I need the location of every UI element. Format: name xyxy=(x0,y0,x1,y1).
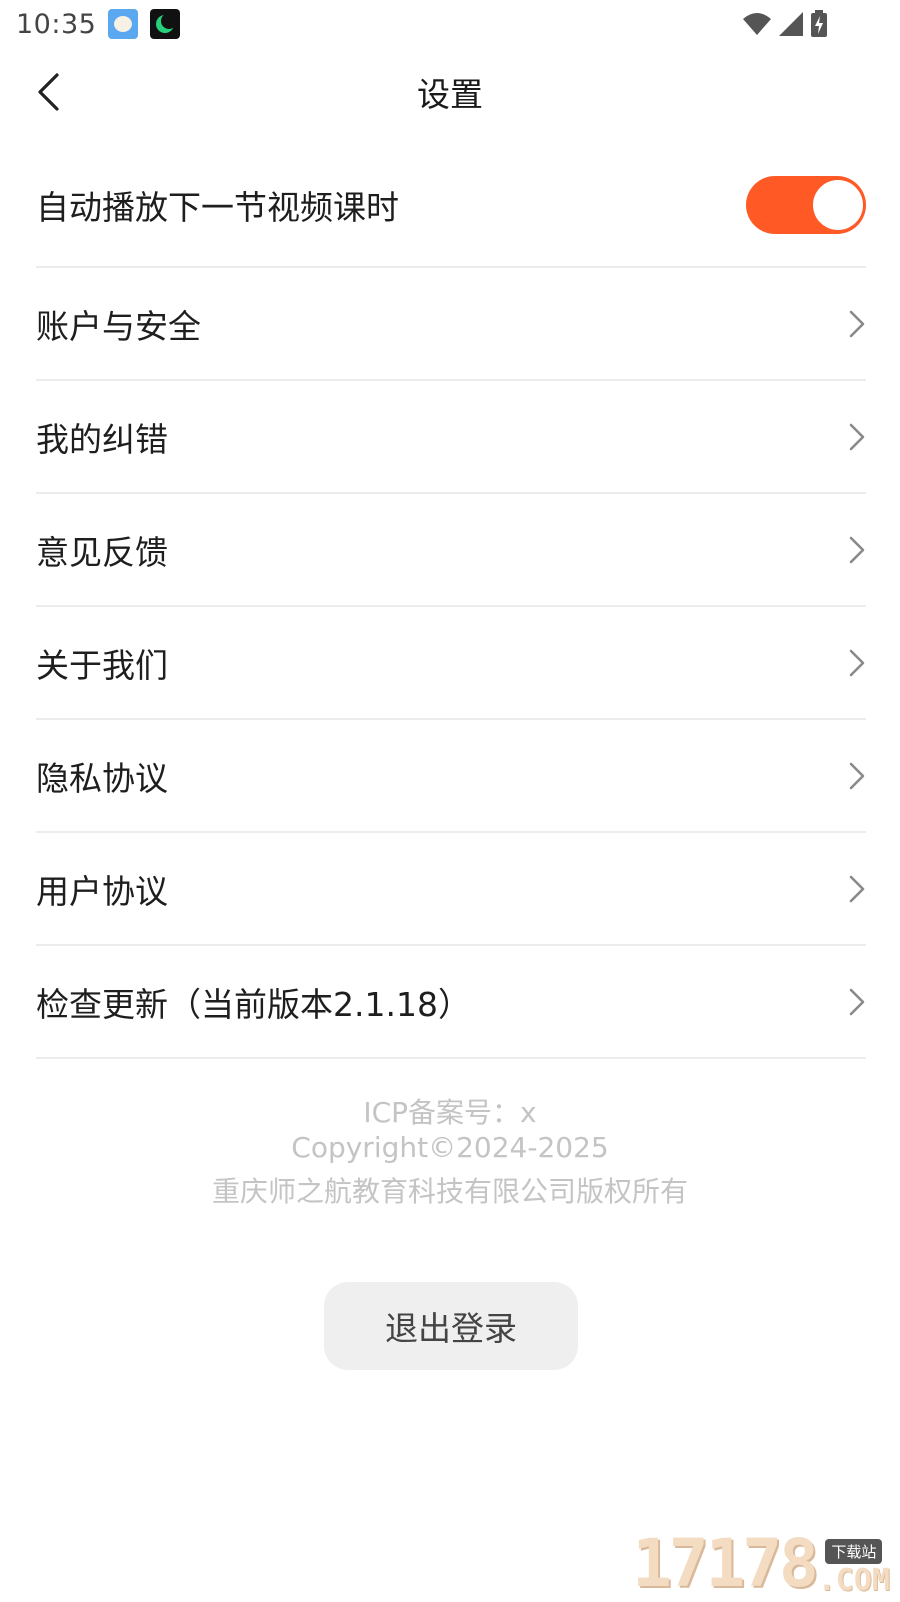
settings-list: 自动播放下一节视频课时 账户与安全 我的纠错 意见反馈 关于我们 隐私协议 xyxy=(36,144,866,1059)
settings-item-label: 账户与安全 xyxy=(36,300,836,348)
copyright-text: Copyright©2024-2025 xyxy=(0,1130,900,1165)
footer-info: ICP备案号：x Copyright©2024-2025 重庆师之航教育科技有限… xyxy=(0,1095,900,1209)
watermark-tag: 下载站 xyxy=(825,1539,882,1564)
wifi-icon xyxy=(742,11,772,37)
settings-item-label: 检查更新（当前版本2.1.18） xyxy=(36,978,836,1026)
back-button[interactable] xyxy=(26,70,70,114)
signal-icon xyxy=(778,11,804,37)
settings-item-my-corrections[interactable]: 我的纠错 xyxy=(36,381,866,494)
settings-item-label: 我的纠错 xyxy=(36,413,836,461)
status-icons xyxy=(742,10,884,38)
autoplay-label: 自动播放下一节视频课时 xyxy=(36,181,746,229)
site-watermark-logo: 17178 下载站 .COM xyxy=(632,1532,890,1596)
watermark-side: 下载站 .COM xyxy=(818,1539,890,1596)
chevron-left-icon xyxy=(35,72,61,112)
status-bar: 10:35 xyxy=(0,0,900,48)
chevron-right-icon xyxy=(836,982,866,1022)
chevron-right-icon xyxy=(836,530,866,570)
logout-button[interactable]: 退出登录 xyxy=(324,1282,578,1370)
settings-item-feedback[interactable]: 意见反馈 xyxy=(36,494,866,607)
sheep-app-icon xyxy=(108,9,138,39)
chevron-right-icon xyxy=(836,417,866,457)
toggle-knob xyxy=(813,180,863,230)
watermark-digits: 17178 xyxy=(632,1532,816,1596)
settings-item-user-agreement[interactable]: 用户协议 xyxy=(36,833,866,946)
settings-item-check-update[interactable]: 检查更新（当前版本2.1.18） xyxy=(36,946,866,1059)
chevron-right-icon xyxy=(836,869,866,909)
autoplay-toggle[interactable] xyxy=(746,176,866,234)
settings-item-label: 关于我们 xyxy=(36,639,836,687)
battery-charging-icon xyxy=(810,10,828,38)
settings-item-account-security[interactable]: 账户与安全 xyxy=(36,268,866,381)
chevron-right-icon xyxy=(836,756,866,796)
header: 设置 xyxy=(0,48,900,136)
chevron-right-icon xyxy=(836,304,866,344)
page-title: 设置 xyxy=(417,68,483,116)
settings-item-label: 用户协议 xyxy=(36,865,836,913)
moon-app-icon xyxy=(150,9,180,39)
chevron-right-icon xyxy=(836,643,866,683)
status-time: 10:35 xyxy=(16,9,96,40)
settings-item-privacy-policy[interactable]: 隐私协议 xyxy=(36,720,866,833)
watermark-suffix: .COM xyxy=(818,1566,890,1596)
settings-item-about-us[interactable]: 关于我们 xyxy=(36,607,866,720)
settings-item-label: 隐私协议 xyxy=(36,752,836,800)
settings-item-label: 意见反馈 xyxy=(36,526,836,574)
autoplay-row: 自动播放下一节视频课时 xyxy=(36,144,866,268)
icp-number: ICP备案号：x xyxy=(0,1095,900,1130)
company-name: 重庆师之航教育科技有限公司版权所有 xyxy=(0,1174,900,1209)
